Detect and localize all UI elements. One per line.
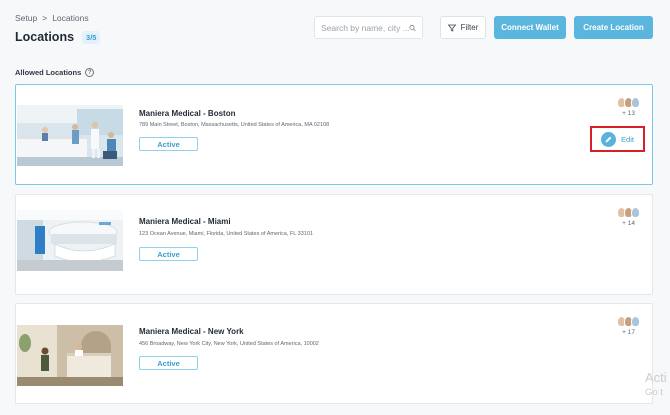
locations-page: Setup > Locations Locations 3/5 Filter C…	[0, 0, 670, 415]
location-name[interactable]: Maniera Medical - New York	[139, 327, 244, 336]
location-count-badge: 3/5	[82, 30, 101, 44]
extra-members-count: + 17	[622, 329, 635, 336]
search-icon	[409, 24, 416, 31]
watermark-line2: Go t	[645, 386, 663, 398]
filter-icon	[447, 24, 456, 32]
location-photo-new-york	[17, 325, 123, 386]
location-name[interactable]: Maniera Medical - Boston	[139, 109, 235, 118]
edit-icon	[601, 131, 617, 147]
breadcrumb-current: Locations	[52, 13, 89, 23]
member-avatars[interactable]	[617, 207, 640, 218]
avatar	[631, 207, 640, 218]
location-name[interactable]: Maniera Medical - Miami	[139, 217, 231, 226]
page-header: Setup > Locations Locations 3/5 Filter C…	[0, 0, 670, 60]
location-card-new-york[interactable]: Maniera Medical - New York 456 Broadway,…	[15, 303, 653, 404]
extra-members-count: + 14	[622, 220, 635, 227]
filter-button-label: Filter	[460, 23, 479, 32]
connect-wallet-button[interactable]: Connect Wallet	[494, 16, 566, 39]
clinic-front-desk-image	[17, 325, 123, 386]
status-badge: Active	[139, 247, 198, 261]
location-photo-boston	[17, 105, 123, 166]
location-address: 789 Main Street, Boston, Massachusetts, …	[139, 122, 330, 128]
page-title: Locations	[15, 30, 75, 44]
status-badge: Active	[139, 137, 198, 151]
extra-members-count: + 13	[622, 110, 635, 117]
breadcrumb-separator: >	[42, 13, 48, 23]
allowed-locations-heading: Allowed Locations ?	[15, 68, 95, 77]
search-box[interactable]	[314, 16, 423, 39]
search-input[interactable]	[321, 22, 409, 33]
clinic-reception-image	[17, 210, 123, 271]
filter-button[interactable]: Filter	[440, 16, 486, 39]
watermark-line1: Acti	[645, 370, 667, 385]
location-card-miami[interactable]: Maniera Medical - Miami 123 Ocean Avenue…	[15, 194, 653, 295]
section-label: Allowed Locations	[15, 68, 82, 77]
member-avatars[interactable]	[617, 97, 640, 108]
location-photo-miami	[17, 210, 123, 271]
avatar	[631, 316, 640, 327]
avatar	[631, 97, 640, 108]
breadcrumb-setup[interactable]: Setup	[15, 13, 37, 23]
breadcrumb: Setup > Locations	[15, 13, 89, 23]
location-address: 123 Ocean Avenue, Miami, Florida, United…	[139, 231, 313, 237]
edit-location-button[interactable]: Edit	[590, 126, 645, 152]
windows-activation-watermark: Acti Go t	[645, 370, 667, 399]
location-address: 456 Broadway, New York City, New York, U…	[139, 341, 319, 347]
member-avatars[interactable]	[617, 316, 640, 327]
create-location-button[interactable]: Create Location	[574, 16, 653, 39]
title-row: Locations 3/5	[15, 30, 101, 44]
clinic-lobby-image	[17, 105, 123, 166]
help-icon[interactable]: ?	[85, 68, 95, 77]
edit-label: Edit	[621, 134, 634, 144]
location-card-boston[interactable]: Maniera Medical - Boston 789 Main Street…	[15, 84, 653, 185]
status-badge: Active	[139, 356, 198, 370]
